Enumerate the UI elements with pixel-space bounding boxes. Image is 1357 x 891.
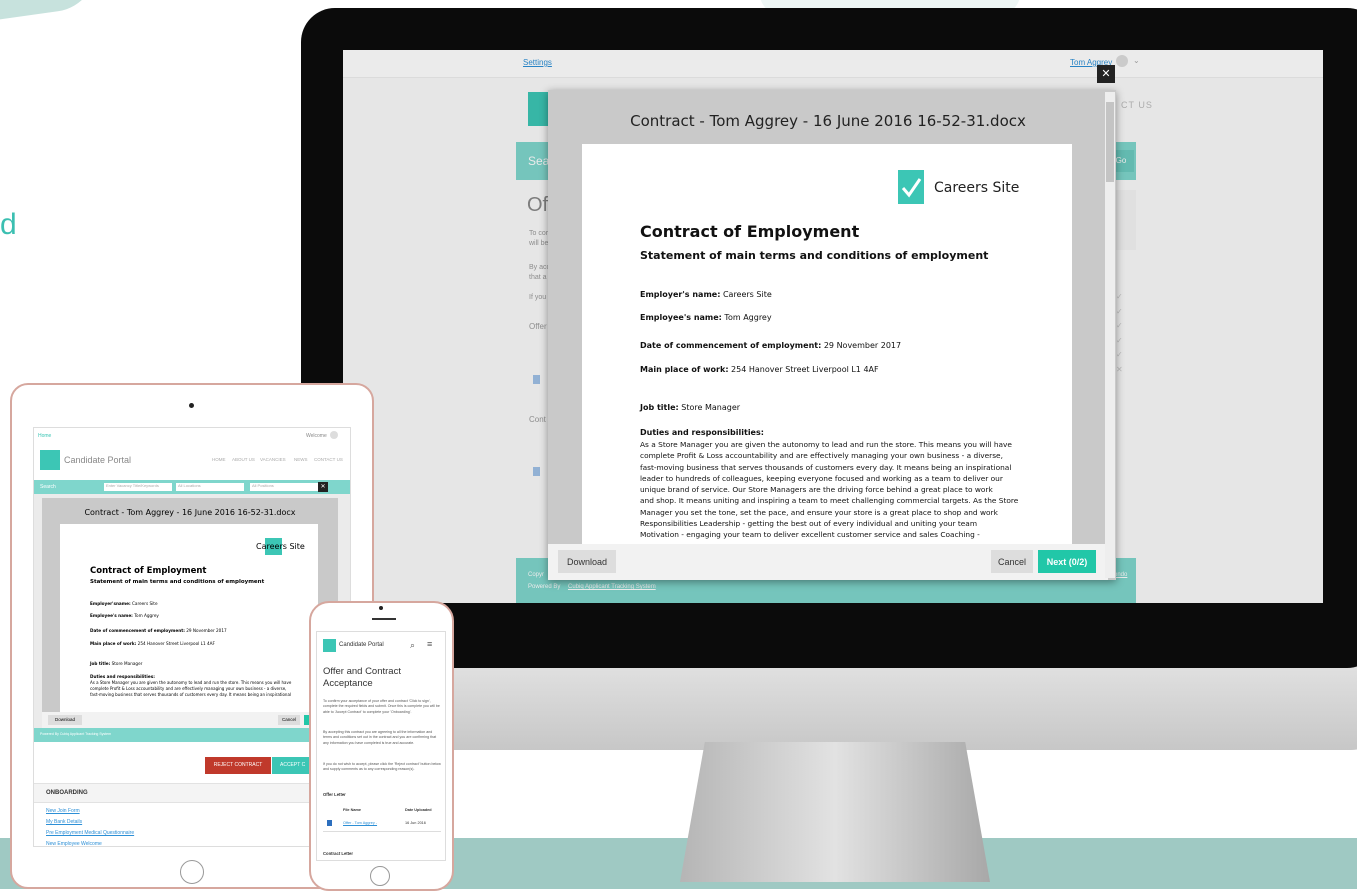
duties-line: unique brand of service. Our Store Manag… xyxy=(640,485,993,495)
reject-paragraph: If you do not wish to accept, please cli… xyxy=(323,762,441,772)
cancel-button[interactable]: Cancel xyxy=(278,715,300,725)
duties-text: As a Store Manager you are given the aut… xyxy=(640,439,1020,541)
document-page: Careers Site Contract of Employment Stat… xyxy=(582,144,1072,544)
employer-name-field: Employer's name: Careers Site xyxy=(640,290,772,299)
modal-scroll-thumb[interactable] xyxy=(1106,102,1114,182)
careers-site-check-icon xyxy=(898,170,924,204)
nav-contact-us[interactable]: CONTACT US xyxy=(314,457,343,462)
portal-logo-text: Candidate Portal xyxy=(339,642,384,648)
employer-name-field: Employer'sname: Careers Site xyxy=(90,601,158,606)
site-footer: Powered By Cubiq Applicant Tracking Syst… xyxy=(34,728,350,742)
close-icon[interactable]: ✕ xyxy=(1097,65,1115,83)
download-button[interactable]: Download xyxy=(48,715,82,725)
nav-home[interactable]: HOME xyxy=(212,457,226,462)
download-button[interactable]: Download xyxy=(558,550,616,573)
modal-title: Contract - Tom Aggrey - 16 June 2016 16-… xyxy=(630,112,1026,130)
offer-file-link[interactable]: Offer - Tom Aggrey - xyxy=(343,821,377,825)
portal-logo-text: Candidate Portal xyxy=(64,455,132,465)
date-uploaded-column: Date Uploaded xyxy=(405,808,432,812)
cancel-button[interactable]: Cancel xyxy=(991,550,1033,573)
keyword-input[interactable]: Enter Vacancy Title/Keywords xyxy=(104,483,172,491)
logo-check-icon xyxy=(40,450,60,470)
new-join-form-link[interactable]: New Join Form xyxy=(46,808,80,814)
duties-line: fast-moving business that serves thousan… xyxy=(640,462,1012,472)
nav-about-us[interactable]: ABOUT US xyxy=(232,457,255,462)
document-preview-modal: Contract - Tom Aggrey - 16 June 2016 16-… xyxy=(548,90,1116,580)
duties-line: Motivation - engaging your team to deliv… xyxy=(640,530,980,540)
duties-line: leader to hundreds of colleagues, keepin… xyxy=(640,473,1003,483)
agreement-paragraph: By accepting this contract you are agree… xyxy=(323,730,437,745)
monitor-screen: Settings Tom Aggrey ⌄ CT US Sea Go Of To… xyxy=(343,50,1323,603)
powered-by-text: Powered By Cubiq Applicant Tracking Syst… xyxy=(40,732,112,736)
search-bar: Search Enter Vacancy Title/Keywords All … xyxy=(34,480,350,494)
onboarding-heading: ONBOARDING xyxy=(46,790,88,796)
tablet-screen: Home Welcome Candidate Portal HOME ABOUT… xyxy=(33,427,351,847)
background-text: d xyxy=(0,208,17,241)
monitor-stand xyxy=(680,742,990,882)
careers-site-brand: Careers Site xyxy=(934,180,1020,196)
modal-footer: Download Cancel Next (0/2) xyxy=(548,544,1108,580)
duties-line: Manager you set the tone, set the pace, … xyxy=(640,507,998,517)
modal-footer: Download Cancel xyxy=(42,712,338,728)
document-preview-modal: Contract - Tom Aggrey - 16 June 2016 16-… xyxy=(42,498,338,724)
phone-speaker xyxy=(372,618,396,620)
search-label: Search xyxy=(40,484,56,490)
modal-title: Contract - Tom Aggrey - 16 June 2016 16-… xyxy=(84,508,296,517)
duties-line: As a Store Manager you are given the aut… xyxy=(640,440,1012,449)
phone-home-button[interactable] xyxy=(370,866,390,886)
close-icon[interactable]: ✕ xyxy=(318,482,328,492)
document-page: Careers Site Contract of Employment Stat… xyxy=(60,524,318,716)
phone-screen: Candidate Portal ⌕ ≡ Offer and Contract … xyxy=(316,631,446,861)
employee-name-field: Employee's name: Tom Aggrey xyxy=(90,613,159,618)
job-title-field: Job title: Store Manager xyxy=(640,403,741,412)
commencement-date-field: Date of commencement of employment: 29 N… xyxy=(640,341,902,350)
duties-heading: Duties and responsibilities: xyxy=(90,674,155,679)
offer-file-date: 16 Jun 2016 xyxy=(405,821,426,825)
document-title: Contract of Employment xyxy=(640,222,860,241)
bank-details-link[interactable]: My Bank Details xyxy=(46,819,82,825)
welcome-link[interactable]: Welcome xyxy=(306,433,327,439)
onboarding-header: ONBOARDING xyxy=(34,783,350,803)
offer-letter-heading: Offer Letter xyxy=(323,792,346,797)
page-title-line2: Acceptance xyxy=(323,678,373,689)
new-employee-welcome-link[interactable]: New Employee Welcome xyxy=(46,841,102,846)
position-select[interactable]: All Positions xyxy=(250,483,320,491)
intro-paragraph: To confirm your acceptance of your offer… xyxy=(323,699,440,714)
table-divider xyxy=(323,831,441,832)
background-shape xyxy=(0,0,103,25)
duties-heading: Duties and responsibilities: xyxy=(640,428,764,437)
duties-line: and shop. It means uniting and inspiring… xyxy=(640,496,1019,506)
search-icon[interactable]: ⌕ xyxy=(410,640,415,651)
home-link[interactable]: Home xyxy=(38,433,51,439)
page-title: Offer and Contract xyxy=(323,666,401,677)
word-file-icon xyxy=(327,820,332,826)
job-title-field: Job title: Store Manager xyxy=(90,661,143,666)
duties-line: Responsibilities Leadership - getting th… xyxy=(640,519,978,529)
avatar-icon[interactable] xyxy=(330,431,338,439)
employee-name-field: Employee's name: Tom Aggrey xyxy=(640,313,772,322)
careers-site-brand: Careers Site xyxy=(256,542,305,551)
document-subtitle: Statement of main terms and conditions o… xyxy=(90,579,265,585)
duties-text: As a Store Manager you are given the aut… xyxy=(90,680,291,698)
next-button[interactable]: Next (0/2) xyxy=(1038,550,1096,573)
document-subtitle: Statement of main terms and conditions o… xyxy=(640,249,989,262)
nav-vacancies[interactable]: VACANCIES xyxy=(260,457,286,462)
tablet-camera xyxy=(189,403,194,408)
location-select[interactable]: All Locations xyxy=(176,483,244,491)
tablet-home-button[interactable] xyxy=(180,860,204,884)
document-title: Contract of Employment xyxy=(90,566,207,576)
menu-icon[interactable]: ≡ xyxy=(427,639,432,649)
place-of-work-field: Main place of work: 254 Hanover Street L… xyxy=(90,641,215,646)
nav-news[interactable]: NEWS xyxy=(294,457,308,462)
duties-line: fast-moving business that serves thousan… xyxy=(90,692,292,697)
commencement-date-field: Date of commencement of employment: 29 N… xyxy=(90,628,227,633)
duties-line: complete Profit & Loss accountability an… xyxy=(640,451,1003,461)
file-name-column: File Name xyxy=(343,808,361,812)
place-of-work-field: Main place of work: 254 Hanover Street L… xyxy=(640,365,879,374)
reject-contract-button[interactable]: REJECT CONTRACT xyxy=(205,757,271,774)
contract-letter-heading: Contract Letter xyxy=(323,851,354,856)
phone-camera xyxy=(379,606,383,610)
logo-check-icon xyxy=(323,639,336,652)
medical-questionnaire-link[interactable]: Pre Employment Medical Questionnaire xyxy=(46,830,134,836)
